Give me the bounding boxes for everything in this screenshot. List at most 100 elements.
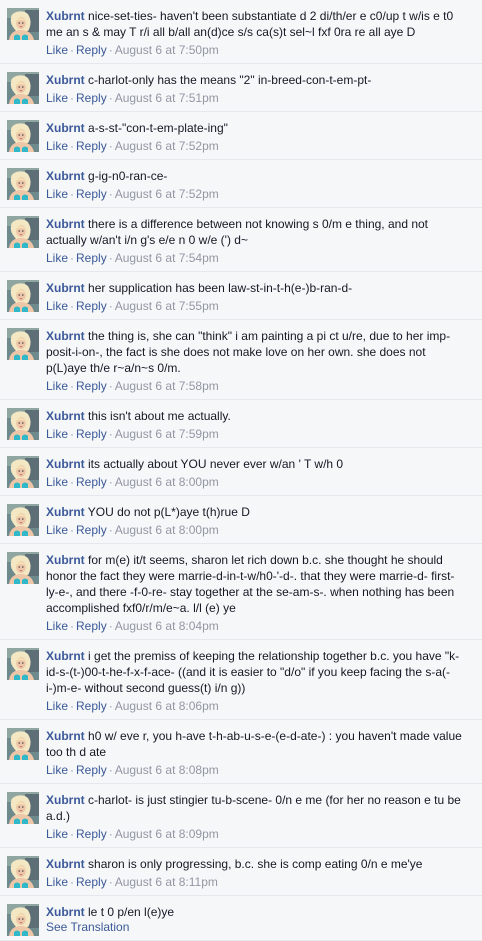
reply-link[interactable]: Reply bbox=[76, 619, 107, 633]
like-link[interactable]: Like bbox=[46, 379, 68, 393]
comment-author-link[interactable]: Xubrnt bbox=[46, 905, 85, 919]
avatar[interactable] bbox=[7, 728, 39, 760]
comment-author-link[interactable]: Xubrnt bbox=[46, 73, 85, 87]
avatar[interactable] bbox=[7, 648, 39, 680]
like-link[interactable]: Like bbox=[46, 523, 68, 537]
comment-text: Xubrnt there is a difference between not… bbox=[46, 216, 474, 248]
like-link[interactable]: Like bbox=[46, 187, 68, 201]
like-link[interactable]: Like bbox=[46, 427, 68, 441]
avatar[interactable] bbox=[7, 216, 39, 248]
comment-author-link[interactable]: Xubrnt bbox=[46, 9, 85, 23]
reply-link[interactable]: Reply bbox=[76, 875, 107, 889]
like-link[interactable]: Like bbox=[46, 827, 68, 841]
comment-author-link[interactable]: Xubrnt bbox=[46, 281, 85, 295]
comment-timestamp[interactable]: August 6 at 7:58pm bbox=[115, 379, 219, 393]
like-link[interactable]: Like bbox=[46, 91, 68, 105]
separator: · bbox=[108, 763, 113, 777]
comment-timestamp[interactable]: August 6 at 8:06pm bbox=[115, 699, 219, 713]
avatar[interactable] bbox=[7, 504, 39, 536]
like-link[interactable]: Like bbox=[46, 43, 68, 57]
comment-actions: Like · Reply · August 6 at 8:11pm bbox=[46, 875, 474, 889]
avatar[interactable] bbox=[7, 856, 39, 888]
comment-timestamp[interactable]: August 6 at 7:52pm bbox=[115, 187, 219, 201]
avatar[interactable] bbox=[7, 456, 39, 488]
comment-timestamp[interactable]: August 6 at 7:50pm bbox=[115, 43, 219, 57]
comment-author-link[interactable]: Xubrnt bbox=[46, 793, 85, 807]
separator: · bbox=[70, 139, 75, 153]
comment-author-link[interactable]: Xubrnt bbox=[46, 457, 85, 471]
comment: Xubrnt a-s-st-"con-t-em-plate-ing" Like ·… bbox=[0, 112, 482, 160]
separator: · bbox=[108, 251, 113, 265]
comment-author-link[interactable]: Xubrnt bbox=[46, 121, 85, 135]
reply-link[interactable]: Reply bbox=[76, 139, 107, 153]
reply-link[interactable]: Reply bbox=[76, 763, 107, 777]
comment-timestamp[interactable]: August 6 at 7:59pm bbox=[115, 427, 219, 441]
avatar[interactable] bbox=[7, 168, 39, 200]
comment: Xubrnt its actually about YOU never ever… bbox=[0, 448, 482, 496]
comment-timestamp[interactable]: August 6 at 7:54pm bbox=[115, 251, 219, 265]
comment-timestamp[interactable]: August 6 at 8:00pm bbox=[115, 475, 219, 489]
comment-timestamp[interactable]: August 6 at 8:09pm bbox=[115, 827, 219, 841]
avatar[interactable] bbox=[7, 328, 39, 360]
comment-author-link[interactable]: Xubrnt bbox=[46, 857, 85, 871]
like-link[interactable]: Like bbox=[46, 763, 68, 777]
comment-author-link[interactable]: Xubrnt bbox=[46, 409, 85, 423]
profile-photo-icon bbox=[7, 504, 39, 536]
comment-author-link[interactable]: Xubrnt bbox=[46, 329, 85, 343]
comment-actions: Like · Reply · August 6 at 7:54pm bbox=[46, 251, 474, 265]
avatar[interactable] bbox=[7, 792, 39, 824]
comment-timestamp[interactable]: August 6 at 8:08pm bbox=[115, 763, 219, 777]
reply-link[interactable]: Reply bbox=[76, 827, 107, 841]
avatar[interactable] bbox=[7, 552, 39, 584]
avatar[interactable] bbox=[7, 72, 39, 104]
reply-link[interactable]: Reply bbox=[76, 187, 107, 201]
reply-link[interactable]: Reply bbox=[76, 91, 107, 105]
comment-timestamp[interactable]: August 6 at 8:04pm bbox=[115, 619, 219, 633]
like-link[interactable]: Like bbox=[46, 251, 68, 265]
avatar[interactable] bbox=[7, 408, 39, 440]
comment-text: Xubrnt i get the premiss of keeping the … bbox=[46, 648, 474, 696]
comment-body: her supplication has been law-st-in-t-h(… bbox=[88, 281, 353, 295]
like-link[interactable]: Like bbox=[46, 699, 68, 713]
comment: Xubrnt this isn't about me actually. Lik… bbox=[0, 400, 482, 448]
see-translation-link[interactable]: See Translation bbox=[46, 920, 474, 934]
reply-link[interactable]: Reply bbox=[76, 251, 107, 265]
comment-author-link[interactable]: Xubrnt bbox=[46, 217, 85, 231]
comment-body: this isn't about me actually. bbox=[88, 409, 231, 423]
comment-author-link[interactable]: Xubrnt bbox=[46, 169, 85, 183]
profile-photo-icon bbox=[7, 904, 39, 936]
reply-link[interactable]: Reply bbox=[76, 43, 107, 57]
like-link[interactable]: Like bbox=[46, 619, 68, 633]
comment-author-link[interactable]: Xubrnt bbox=[46, 553, 85, 567]
separator: · bbox=[108, 427, 113, 441]
like-link[interactable]: Like bbox=[46, 299, 68, 313]
comment-author-link[interactable]: Xubrnt bbox=[46, 649, 85, 663]
reply-link[interactable]: Reply bbox=[76, 427, 107, 441]
profile-photo-icon bbox=[7, 456, 39, 488]
separator: · bbox=[108, 523, 113, 537]
reply-link[interactable]: Reply bbox=[76, 379, 107, 393]
comment-timestamp[interactable]: August 6 at 7:51pm bbox=[115, 91, 219, 105]
like-link[interactable]: Like bbox=[46, 139, 68, 153]
like-link[interactable]: Like bbox=[46, 875, 68, 889]
like-link[interactable]: Like bbox=[46, 475, 68, 489]
comment: Xubrnt h0 w/ eve r, you h-ave t-h-ab-u-s… bbox=[0, 720, 482, 784]
comment-timestamp[interactable]: August 6 at 8:11pm bbox=[115, 875, 218, 889]
reply-link[interactable]: Reply bbox=[76, 475, 107, 489]
comment-body: c-harlot- is just stingier tu-b-scene- 0… bbox=[46, 793, 461, 823]
comment-timestamp[interactable]: August 6 at 7:52pm bbox=[115, 139, 219, 153]
comment-author-link[interactable]: Xubrnt bbox=[46, 729, 85, 743]
avatar[interactable] bbox=[7, 904, 39, 936]
comment-actions: Like · Reply · August 6 at 8:04pm bbox=[46, 619, 474, 633]
reply-link[interactable]: Reply bbox=[76, 699, 107, 713]
comment-author-link[interactable]: Xubrnt bbox=[46, 505, 85, 519]
avatar[interactable] bbox=[7, 120, 39, 152]
comment-timestamp[interactable]: August 6 at 8:00pm bbox=[115, 523, 219, 537]
comment-timestamp[interactable]: August 6 at 7:55pm bbox=[115, 299, 219, 313]
comment-body: le t 0 p/en l(e)ye bbox=[88, 905, 175, 919]
avatar[interactable] bbox=[7, 8, 39, 40]
reply-link[interactable]: Reply bbox=[76, 523, 107, 537]
avatar[interactable] bbox=[7, 280, 39, 312]
separator: · bbox=[108, 187, 113, 201]
reply-link[interactable]: Reply bbox=[76, 299, 107, 313]
